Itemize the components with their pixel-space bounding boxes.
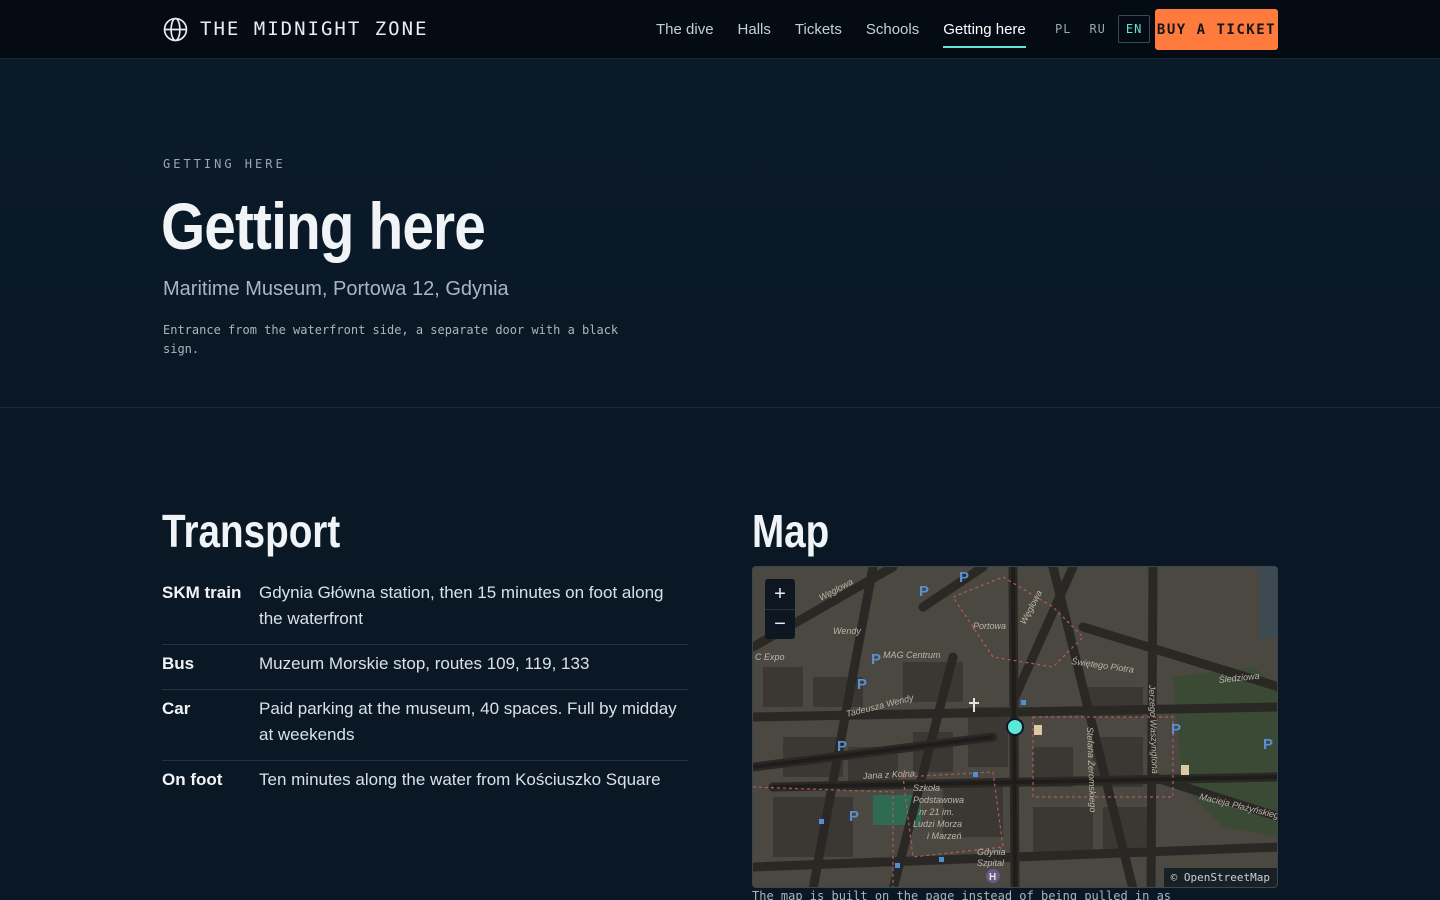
map-label-szkola1: Szkoła (913, 783, 940, 793)
map-zoom-controls: + − (765, 579, 795, 639)
zoom-in-button[interactable]: + (765, 579, 795, 609)
map-widget[interactable]: P P P P P P P P Węglowa Węglowa Wendy Po… (752, 566, 1278, 888)
svg-text:P: P (1171, 721, 1181, 738)
map-label-mag: MAG Centrum (883, 650, 941, 660)
map-label-szkola3: nr 21 im. (919, 807, 954, 817)
main-nav: The dive Halls Tickets Schools Getting h… (656, 0, 1026, 59)
transport-mode: Bus (162, 654, 195, 673)
museum-icon (1034, 725, 1042, 735)
svg-text:P: P (857, 676, 867, 693)
map-label-szkola4: Ludzi Morza (913, 819, 962, 829)
map-heading: Map (752, 505, 830, 557)
transport-row: Car Paid parking at the museum, 40 space… (162, 690, 688, 761)
zoom-out-button[interactable]: − (765, 609, 795, 639)
nav-item-halls[interactable]: Halls (738, 17, 771, 42)
nav-item-tickets[interactable]: Tickets (795, 17, 842, 42)
lang-en-button[interactable]: EN (1117, 15, 1151, 43)
transport-list: SKM train Gdynia Główna station, then 15… (162, 574, 688, 805)
transport-description: Ten minutes along the water from Kościus… (259, 770, 661, 789)
map-label-szkola5: i Marzeń (927, 831, 962, 841)
brand-logo-link[interactable]: THE MIDNIGHT ZONE (163, 16, 428, 42)
svg-text:P: P (1263, 736, 1273, 753)
transport-heading: Transport (162, 505, 341, 557)
svg-text:H: H (989, 872, 996, 883)
lang-ru-button[interactable]: RU (1083, 16, 1111, 42)
top-navigation-bar: THE MIDNIGHT ZONE The dive Halls Tickets… (0, 0, 1440, 59)
map-label-expo: C Expo (755, 652, 785, 662)
map-caption: The map is built on the page instead of … (752, 889, 1172, 900)
transport-row: Bus Muzeum Morskie stop, routes 109, 119… (162, 645, 688, 690)
map-label-szpital1: Gdynia (977, 847, 1006, 857)
museum-icon (1181, 765, 1189, 775)
nav-item-the-dive[interactable]: The dive (656, 17, 714, 42)
location-pin-icon[interactable] (1006, 718, 1024, 736)
map-label-szpital2: Szpital (977, 858, 1005, 868)
hero-section: GETTING HERE Getting here Maritime Museu… (0, 60, 1440, 408)
transport-mode: Car (162, 699, 191, 718)
lang-pl-button[interactable]: PL (1049, 16, 1077, 42)
transport-description: Muzeum Morskie stop, routes 109, 119, 13… (259, 654, 590, 673)
svg-text:P: P (849, 808, 859, 825)
brand-name: THE MIDNIGHT ZONE (200, 18, 429, 40)
map-attribution[interactable]: © OpenStreetMap (1163, 868, 1277, 887)
svg-text:P: P (919, 583, 929, 600)
nav-item-getting-here[interactable]: Getting here (943, 17, 1026, 48)
globe-icon (163, 17, 188, 41)
transport-row: On foot Ten minutes along the water from… (162, 761, 688, 805)
transport-description: Paid parking at the museum, 40 spaces. F… (259, 699, 677, 744)
language-switcher: PL RU EN (1049, 14, 1151, 44)
hero-eyebrow: GETTING HERE (163, 157, 286, 171)
hospital-icon: H (986, 869, 1000, 883)
nav-item-schools[interactable]: Schools (866, 17, 919, 42)
map-canvas[interactable]: P P P P P P P P Węglowa Węglowa Wendy Po… (753, 567, 1278, 888)
transport-mode: On foot (162, 770, 223, 789)
transport-mode: SKM train (162, 583, 242, 602)
svg-text:P: P (959, 569, 969, 586)
map-label-portowa: Portowa (973, 621, 1006, 631)
transport-description: Gdynia Główna station, then 15 minutes o… (259, 583, 664, 628)
buy-ticket-button[interactable]: BUY A TICKET (1155, 9, 1278, 50)
transport-row: SKM train Gdynia Główna station, then 15… (162, 574, 688, 645)
entrance-note: Entrance from the waterfront side, a sep… (163, 323, 619, 356)
address-text: Maritime Museum, Portowa 12, Gdynia (163, 278, 509, 300)
svg-text:P: P (837, 738, 847, 755)
svg-text:P: P (871, 651, 881, 668)
page-title: Getting here (161, 189, 486, 263)
map-label-szkola2: Podstawowa (913, 795, 964, 805)
map-label-wendy: Wendy (833, 626, 861, 636)
